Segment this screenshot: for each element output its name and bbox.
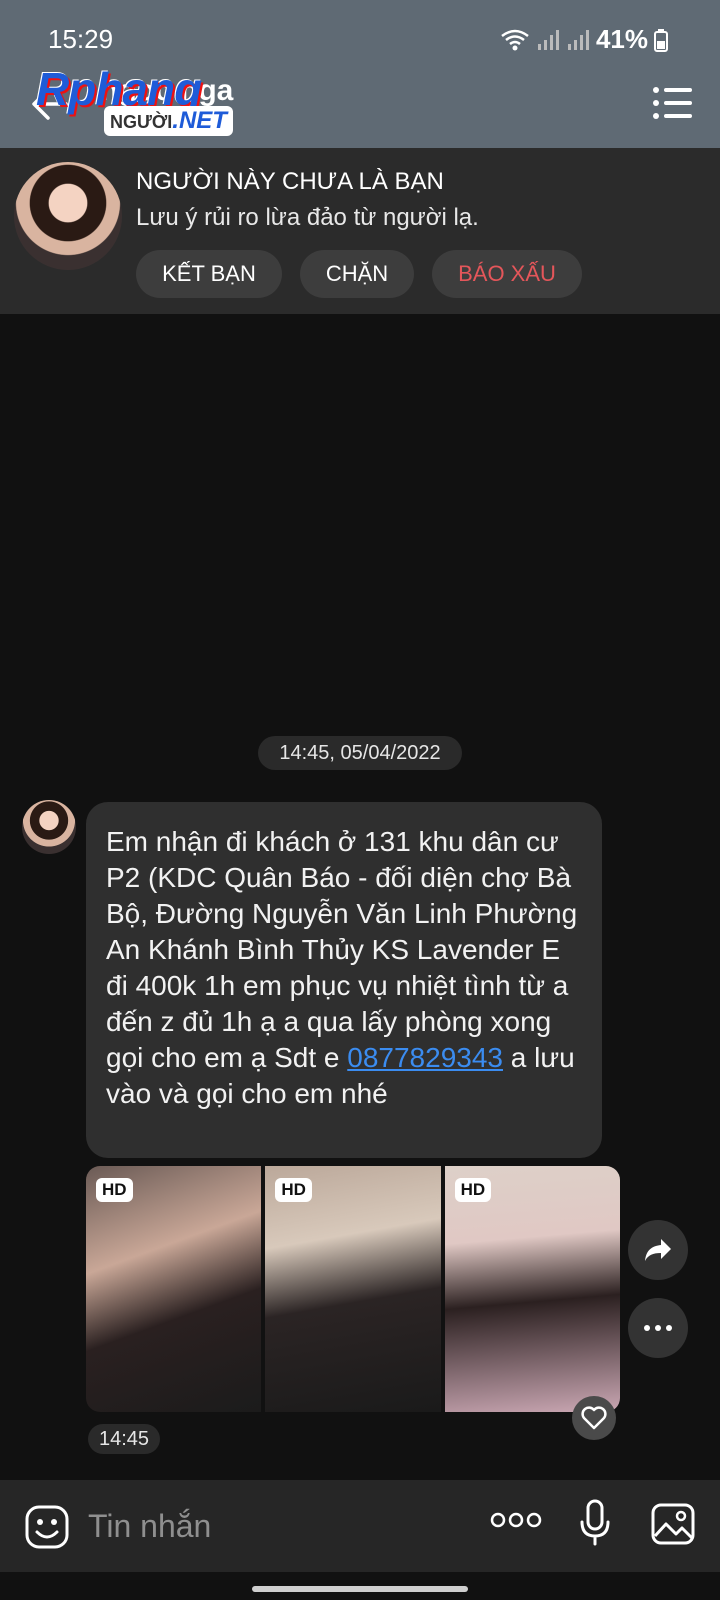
microphone-icon[interactable] [578, 1498, 612, 1548]
watermark-sub-left: NGƯỜI [110, 112, 173, 132]
stranger-banner: NGƯỜI NÀY CHƯA LÀ BẠN Lưu ý rủi ro lừa đ… [0, 148, 720, 314]
sender-avatar[interactable] [22, 800, 76, 854]
more-dots-icon[interactable] [490, 1512, 542, 1528]
signal-icon [537, 29, 559, 50]
block-button[interactable]: CHẶN [300, 250, 414, 298]
hd-badge: HD [275, 1178, 312, 1202]
message-input-bar: Tin nhắn [0, 1480, 720, 1572]
photo-thumbnail[interactable]: HD [265, 1166, 441, 1412]
list-menu-icon[interactable] [652, 86, 692, 120]
report-button[interactable]: BÁO XẤU [432, 250, 582, 298]
banner-subtitle: Lưu ý rủi ro lừa đảo từ người lạ. [136, 204, 479, 231]
hd-badge: HD [96, 1178, 133, 1202]
battery-percent: 41% [595, 24, 648, 54]
status-icons: 41% [500, 24, 668, 55]
message-time: 14:45 [88, 1424, 160, 1454]
avatar[interactable] [14, 162, 122, 270]
date-separator: 14:45, 05/04/2022 [258, 736, 462, 770]
status-bar: 15:29 41% [0, 0, 720, 60]
banner-title: NGƯỜI NÀY CHƯA LÀ BẠN [136, 168, 444, 195]
watermark-sub: NGƯỜI.NET [104, 106, 233, 136]
signal-icon-2 [567, 29, 589, 50]
watermark-logo: Rphang NGƯỜI.NET [36, 62, 266, 142]
wifi-icon [501, 29, 529, 50]
heart-react-icon[interactable] [572, 1396, 616, 1440]
home-indicator[interactable] [252, 1586, 468, 1592]
image-icon[interactable] [650, 1502, 696, 1546]
share-icon[interactable] [628, 1220, 688, 1280]
add-friend-button[interactable]: KẾT BẠN [136, 250, 282, 298]
message-bubble[interactable]: Em nhận đi khách ở 131 khu dân cư P2 (KD… [86, 802, 602, 1158]
message-text: Em nhận đi khách ở 131 khu dân cư P2 (KD… [106, 826, 578, 1073]
sticker-icon[interactable] [24, 1504, 70, 1550]
message-input[interactable]: Tin nhắn [88, 1508, 211, 1545]
photo-thumbnail[interactable]: HD [86, 1166, 262, 1412]
photo-group: HD HD HD [86, 1166, 620, 1412]
phone-link[interactable]: 0877829343 [347, 1042, 503, 1073]
status-time: 15:29 [48, 24, 114, 54]
photo-thumbnail[interactable]: HD [444, 1166, 620, 1412]
battery-icon [654, 28, 668, 52]
hd-badge: HD [454, 1178, 492, 1202]
more-options-icon[interactable] [628, 1298, 688, 1358]
watermark-sub-right: .NET [172, 107, 227, 134]
